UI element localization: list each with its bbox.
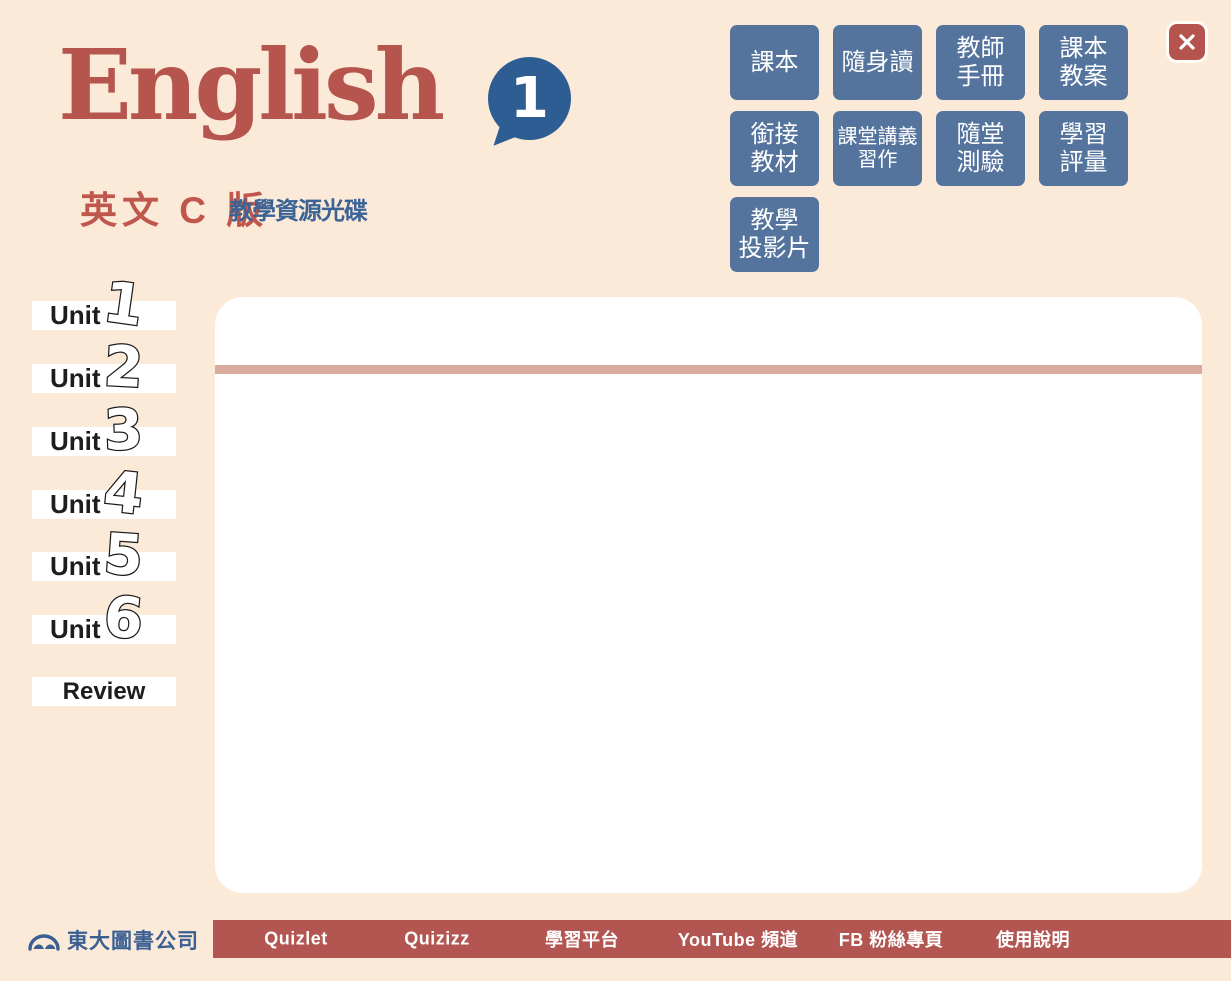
sidebar-item-unit-2[interactable]: Unit 2	[32, 364, 176, 393]
footer-link-fb-fanpage[interactable]: FB 粉絲專頁	[839, 926, 944, 952]
unit-number: 2	[103, 342, 144, 393]
sidebar-item-unit-4[interactable]: Unit 4	[32, 490, 176, 519]
unit-word: Unit	[50, 301, 101, 330]
footer-link-youtube-channel[interactable]: YouTube 頻道	[678, 926, 798, 952]
resource-button-grid: 課本 隨身讀 教師 手冊 課本 教案 銜接 教材 課堂講義 習作 隨堂 測驗 學…	[730, 25, 1130, 272]
unit-word: Unit	[50, 552, 101, 581]
unit-word: Unit	[50, 615, 101, 644]
button-lesson-plans[interactable]: 課本 教案	[1039, 25, 1128, 100]
button-label: 課本	[751, 49, 799, 77]
button-bridging-materials[interactable]: 銜接 教材	[730, 111, 819, 186]
footer-link-learning-platform[interactable]: 學習平台	[545, 926, 619, 952]
button-label: 手冊	[957, 63, 1005, 91]
button-pocket-reader[interactable]: 隨身讀	[833, 25, 922, 100]
disc-subtitle: 教學資源光碟	[229, 191, 367, 226]
sidebar-item-unit-6[interactable]: Unit 6	[32, 615, 176, 644]
button-label: 教學	[751, 207, 799, 235]
volume-badge: 1	[488, 57, 571, 140]
button-label: 銜接	[751, 121, 799, 149]
unit-word: Unit	[50, 490, 101, 519]
sidebar-item-unit-1[interactable]: Unit 1	[32, 301, 176, 330]
unit-number: 1	[101, 278, 146, 332]
panel-divider	[215, 365, 1202, 374]
button-textbook[interactable]: 課本	[730, 25, 819, 100]
publisher-name: 東大圖書公司	[67, 925, 199, 955]
footer-link-quizlet[interactable]: Quizlet	[264, 929, 328, 950]
content-panel	[215, 297, 1202, 893]
button-label: 投影片	[739, 235, 811, 263]
sidebar-item-unit-3[interactable]: Unit 3	[32, 427, 176, 456]
button-label: 隨堂	[957, 121, 1005, 149]
review-label: Review	[63, 678, 146, 705]
publisher-logo: 東大圖書公司	[27, 925, 199, 955]
footer-link-bar: Quizlet Quizizz 學習平台 YouTube 頻道 FB 粉絲專頁 …	[213, 920, 1231, 958]
button-teacher-manual[interactable]: 教師 手冊	[936, 25, 1025, 100]
close-button[interactable]	[1166, 21, 1208, 63]
sidebar-item-review[interactable]: Review	[32, 677, 176, 706]
button-label: 教案	[1060, 63, 1108, 91]
button-label: 教師	[957, 35, 1005, 63]
publisher-bridge-icon	[27, 928, 61, 952]
unit-word: Unit	[50, 427, 101, 456]
unit-number: 4	[102, 467, 146, 520]
button-label: 習作	[858, 149, 898, 172]
close-icon	[1177, 32, 1197, 52]
unit-number: 6	[102, 592, 145, 644]
sidebar-item-unit-5[interactable]: Unit 5	[32, 552, 176, 581]
unit-number: 3	[103, 405, 144, 456]
button-label: 教材	[751, 149, 799, 177]
button-label: 學習	[1060, 121, 1108, 149]
button-quizzes[interactable]: 隨堂 測驗	[936, 111, 1025, 186]
button-label: 課堂講義	[838, 126, 918, 149]
footer-link-user-guide[interactable]: 使用說明	[996, 926, 1070, 952]
footer-link-quizizz[interactable]: Quizizz	[404, 929, 470, 950]
button-label: 測驗	[957, 149, 1005, 177]
unit-word: Unit	[50, 364, 101, 393]
button-learning-assessment[interactable]: 學習 評量	[1039, 111, 1128, 186]
unit-number: 5	[102, 530, 144, 582]
app-window: English 1 英文 C 版 教學資源光碟 課本 隨身讀 教師 手冊 課本 …	[0, 0, 1231, 981]
button-class-handouts-workbook[interactable]: 課堂講義 習作	[833, 111, 922, 186]
logo-english: English	[58, 22, 441, 148]
button-label: 評量	[1060, 149, 1108, 177]
volume-badge-number: 1	[510, 66, 549, 131]
button-label: 隨身讀	[842, 49, 914, 77]
button-label: 課本	[1060, 35, 1108, 63]
button-teaching-slides[interactable]: 教學 投影片	[730, 197, 819, 272]
